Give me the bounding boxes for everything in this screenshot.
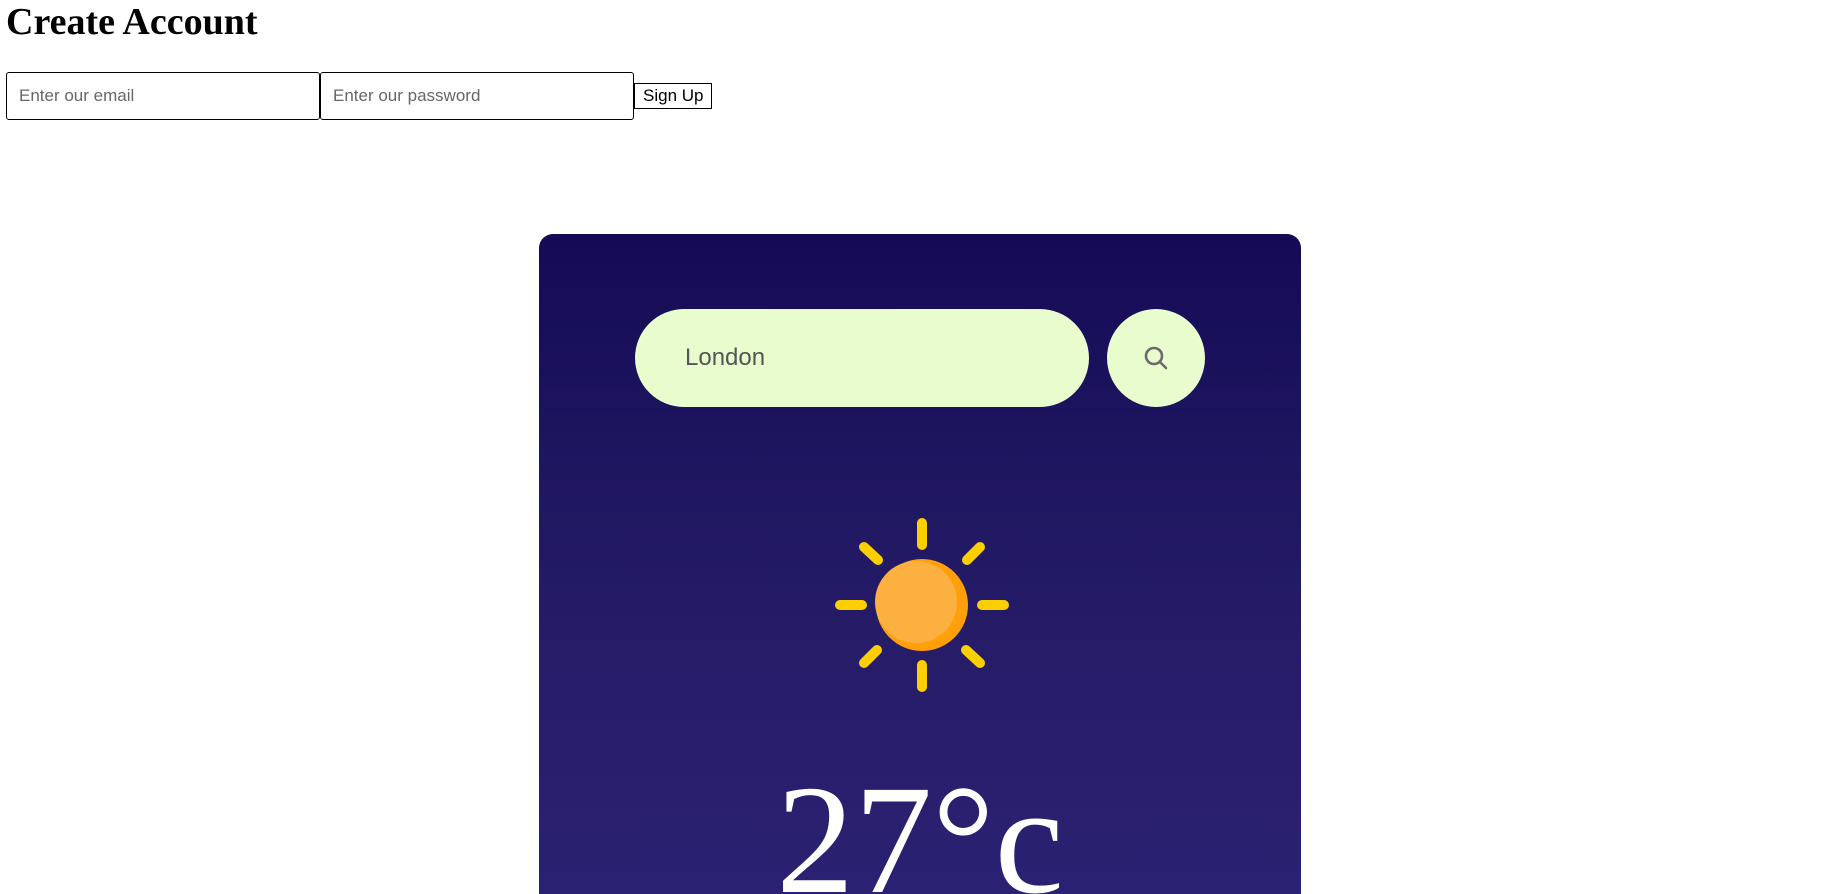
city-search-input[interactable] xyxy=(635,309,1089,407)
search-icon xyxy=(1144,346,1168,370)
sign-up-button[interactable]: Sign Up xyxy=(634,83,713,109)
sun-icon xyxy=(835,518,1009,692)
password-field[interactable] xyxy=(320,72,634,120)
page-title: Create Account xyxy=(6,1,258,43)
email-field[interactable] xyxy=(6,72,320,120)
weather-card: 27°c xyxy=(539,234,1301,894)
signup-form: Sign Up xyxy=(6,72,713,120)
search-button[interactable] xyxy=(1107,309,1205,407)
temperature-value: 27°c xyxy=(776,753,1064,894)
